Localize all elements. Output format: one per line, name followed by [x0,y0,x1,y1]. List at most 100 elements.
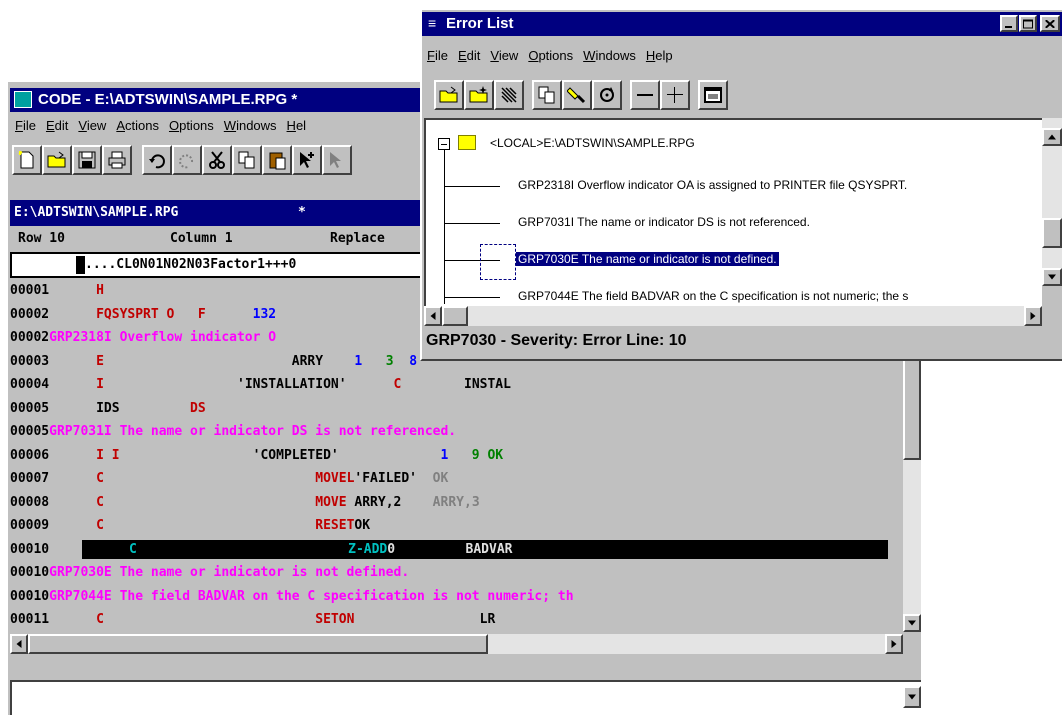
select-pointer-button-2[interactable] [322,145,352,175]
new-file-button[interactable] [12,145,42,175]
code-window-title: CODE - E:\ADTSWIN\SAMPLE.RPG * [38,91,298,108]
code-token: 'INSTALLATION' [103,377,347,392]
redo-button[interactable] [172,145,202,175]
code-menu-hel[interactable]: Hel [282,114,312,137]
code-hscroll-thumb[interactable] [28,634,488,654]
open-folder-star-icon [469,86,488,103]
tree-root-label[interactable]: <LOCAL>E:\ADTSWIN\SAMPLE.RPG [490,136,695,150]
system-menu-icon[interactable]: ≡ [428,16,442,31]
open-button[interactable] [434,80,464,110]
tree-collapse-toggle[interactable] [438,138,450,150]
tree-hscroll-thumb[interactable] [442,306,468,326]
minimize-button[interactable] [1000,15,1018,32]
tree-error-item[interactable]: GRP7031I The name or indicator DS is not… [518,215,810,229]
code-token: GRP7031I The name or indicator DS is not… [49,424,457,439]
close-button[interactable] [1040,15,1060,32]
save-button[interactable] [72,145,102,175]
copy-button[interactable] [232,145,262,175]
code-menu-edit[interactable]: Edit [41,114,73,137]
tree-error-item[interactable]: GRP7044E The field BADVAR on the C speci… [518,289,908,303]
code-scroll-down-button[interactable] [903,614,921,632]
line-number: 00005 [10,424,50,439]
code-menu-windows[interactable]: Windows [219,114,282,137]
cut-button[interactable] [202,145,232,175]
code-line[interactable]: 00010GRP7044E The field BADVAR on the C … [10,587,888,606]
copy-button[interactable] [532,80,562,110]
code-line[interactable]: 00006 I I 'COMPLETED' 1 9 OK [10,446,888,465]
code-menu-actions[interactable]: Actions [111,114,164,137]
code-token: GRP7030E The name or indicator is not de… [49,565,410,580]
code-menu-file[interactable]: File [10,114,41,137]
open-new-button[interactable] [464,80,494,110]
clipboard-icon [269,152,286,170]
error-list-titlebar[interactable]: ≡ Error List [422,12,1062,36]
error-list-menu-windows[interactable]: Windows [578,44,641,67]
tree-scroll-right-button[interactable] [1024,306,1042,326]
line-number: 00011 [10,612,50,627]
plus-icon [667,87,683,103]
code-line[interactable]: 00008 C MOVE ARRY,2 ARRY,3 [10,493,888,512]
code-line[interactable]: 00007 C MOVEL'FAILED' OK [10,469,888,488]
code-line[interactable]: 00009 C RESETOK [10,516,888,535]
message-dropdown-button[interactable] [903,686,921,708]
refresh-button[interactable] [592,80,622,110]
code-token: Z-ADD [136,541,388,557]
code-line[interactable]: 00010GRP7030E The name or indicator is n… [10,563,888,582]
code-line[interactable]: 00005GRP7031I The name or indicator DS i… [10,422,888,441]
code-line[interactable]: 00005 IDS DS [10,399,888,418]
code-line[interactable]: 00010 C Z-ADD0 BADVAR [10,539,888,559]
code-token: H [49,283,104,298]
print-button[interactable] [102,145,132,175]
expand-button[interactable] [660,80,690,110]
printer-icon [108,151,126,169]
line-number: 00005 [10,400,50,416]
line-number: 00010 [10,539,82,559]
code-token: GRP2318I Overflow indicator O [49,330,277,345]
undo-button[interactable] [142,145,172,175]
maximize-button[interactable] [1019,15,1037,32]
code-scroll-right-button[interactable] [885,634,903,654]
select-pointer-button[interactable] [292,145,322,175]
tree-error-item[interactable]: GRP2318I Overflow indicator OA is assign… [518,178,907,192]
code-token: 'FAILED' [354,471,418,486]
code-token: ARRY,3 [401,494,480,510]
arrow-right-icon [1030,312,1036,320]
error-list-menu-file[interactable]: File [422,44,453,67]
code-menu-view[interactable]: View [73,114,111,137]
code-menu-options[interactable]: Options [164,114,219,137]
tree-scroll-up-button[interactable] [1042,128,1062,146]
error-list-menu-options[interactable]: Options [523,44,578,67]
close-icon [1045,19,1055,28]
tree-scroll-thumb[interactable] [1042,218,1062,248]
tree-scroll-down-button[interactable] [1042,268,1062,286]
document-button[interactable] [494,80,524,110]
code-token: C [49,494,104,510]
properties-button[interactable] [698,80,728,110]
line-number: 00008 [10,494,50,510]
code-token: 3 [362,353,394,369]
code-line[interactable]: 00011 C SETON LR [10,610,888,629]
error-tree-vertical-scrollbar[interactable] [1042,118,1062,286]
code-token: 1 [323,353,363,369]
app-icon[interactable] [14,91,32,108]
tree-scroll-left-button[interactable] [424,306,442,326]
code-scroll-left-button[interactable] [10,634,28,654]
open-file-button[interactable] [42,145,72,175]
code-token: 9 OK [448,447,504,463]
code-horizontal-scrollbar[interactable] [10,634,903,654]
code-token: I I [49,447,120,463]
paste-button[interactable] [262,145,292,175]
error-list-menu-view[interactable]: View [485,44,523,67]
code-token: OK [354,518,371,533]
collapse-button[interactable] [630,80,660,110]
code-line[interactable]: 00004 I 'INSTALLATION' C INSTAL [10,375,888,394]
error-tree[interactable]: <LOCAL>E:\ADTSWIN\SAMPLE.RPG GRP2318I Ov… [424,118,1042,306]
message-area[interactable] [10,680,921,715]
error-list-menu-edit[interactable]: Edit [453,44,485,67]
error-list-menu-help[interactable]: Help [641,44,678,67]
tree-error-item[interactable]: GRP7030E The name or indicator is not de… [516,252,779,266]
code-token: ARRY,2 [346,494,402,510]
error-tree-horizontal-scrollbar[interactable] [424,306,1042,326]
find-button[interactable] [562,80,592,110]
code-token: INSTAL [401,377,511,392]
